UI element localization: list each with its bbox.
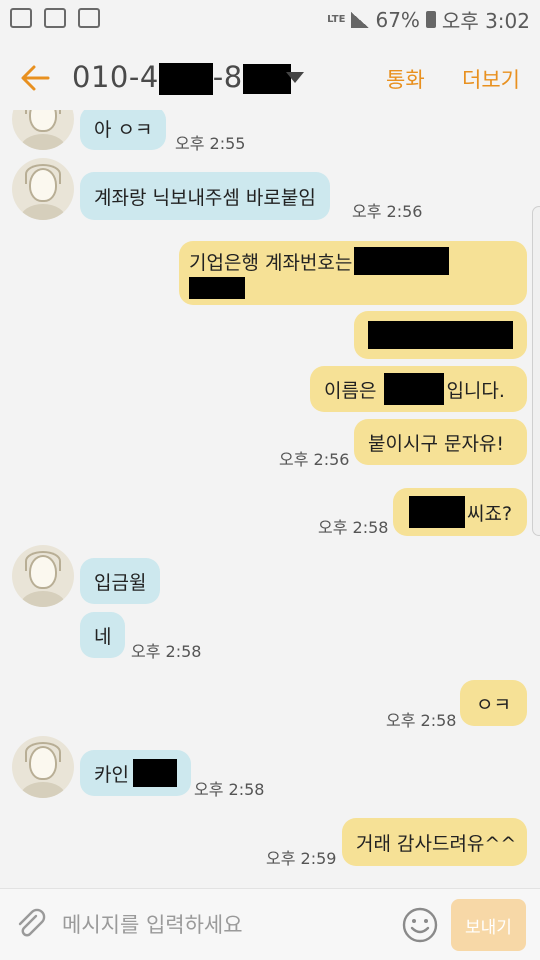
avatar[interactable] [12, 736, 74, 798]
message-input-bar: 보내기 [0, 888, 540, 960]
message-text: 아 ㅇㅋ [94, 118, 153, 141]
battery-percent: 67% [375, 7, 420, 32]
title-prefix: 010-4 [72, 60, 159, 94]
send-button[interactable]: 보내기 [451, 899, 526, 951]
message-text: ㅇㅋ [476, 693, 511, 716]
message-bubble-outgoing[interactable]: 거래 감사드려유^^ [342, 818, 527, 866]
signal-icon [351, 11, 370, 28]
message-text: 입금윌 [94, 571, 147, 594]
contact-title[interactable]: 010-4 -8 [72, 60, 291, 95]
message-text: 네 [94, 625, 112, 648]
call-button[interactable]: 통화 [386, 64, 425, 94]
scroll-indicator[interactable] [532, 206, 540, 536]
back-arrow-icon[interactable] [18, 60, 54, 96]
message-text: 입니다. [446, 379, 505, 402]
redacted-block [384, 373, 445, 405]
message-bubble-outgoing[interactable]: 기업은행 계좌번호는 [179, 241, 527, 305]
message-text: 거래 감사드려유^^ [356, 832, 517, 855]
chevron-down-icon[interactable] [286, 72, 304, 83]
message-bubble-outgoing[interactable]: ㅇㅋ [460, 680, 527, 726]
title-mid: -8 [212, 60, 243, 94]
message-bubble-outgoing[interactable]: 붙이시구 문자유! [354, 419, 527, 465]
message-text: 씨죠? [467, 502, 513, 525]
redacted-block [242, 64, 291, 94]
network-type: LTE [327, 13, 346, 25]
message-time: 오후 2:59 [266, 849, 337, 868]
more-button[interactable]: 더보기 [462, 64, 520, 94]
message-time: 오후 2:58 [318, 518, 389, 537]
clock: 오후 3:02 [441, 9, 530, 33]
system-indicators: LTE 67% 오후 3:02 [327, 5, 530, 34]
app-notification-icon [10, 8, 32, 28]
chat-header: 010-4 -8 통화 더보기 [0, 38, 540, 120]
redacted-block [158, 63, 213, 95]
message-input[interactable] [62, 905, 382, 945]
message-time: 오후 2:58 [131, 642, 202, 661]
message-time: 오후 2:56 [279, 450, 350, 469]
message-time: 오후 2:58 [386, 711, 457, 730]
message-time: 오후 2:55 [175, 134, 246, 153]
message-bubble-incoming[interactable]: 입금윌 [80, 558, 161, 604]
message-bubble-incoming[interactable]: 네 [80, 612, 126, 658]
message-bubble-outgoing[interactable]: 씨죠? [393, 488, 527, 536]
message-time: 오후 2:56 [352, 202, 423, 221]
status-bar: LTE 67% 오후 3:02 [0, 0, 540, 38]
chat-thread[interactable]: 아 ㅇㅋ 오후 2:55 계좌랑 닉보내주셈 바로붙임 오후 2:56 기업은행… [0, 110, 540, 888]
redacted-block [409, 496, 465, 528]
message-text: 계좌랑 닉보내주셈 바로붙임 [94, 186, 316, 209]
redacted-block [368, 321, 513, 349]
message-text: 카인 [94, 763, 129, 786]
avatar[interactable] [12, 545, 74, 607]
attach-paperclip-icon[interactable] [14, 907, 48, 941]
message-text: 붙이시구 문자유! [368, 432, 505, 455]
redacted-block [132, 759, 177, 787]
message-bubble-outgoing[interactable] [354, 311, 527, 359]
redacted-block [189, 277, 245, 299]
message-bubble-incoming[interactable]: 아 ㅇㅋ [80, 110, 167, 150]
notification-icons [10, 8, 100, 28]
message-time: 오후 2:58 [194, 780, 265, 799]
message-text: 이름은 [324, 379, 377, 402]
mail-icon [78, 8, 100, 28]
message-bubble-outgoing[interactable]: 이름은 입니다. [310, 366, 527, 412]
emoji-icon[interactable] [401, 906, 439, 944]
message-bubble-incoming[interactable]: 계좌랑 닉보내주셈 바로붙임 [80, 172, 330, 220]
gallery-icon [44, 8, 66, 28]
message-text: 기업은행 계좌번호는 [189, 251, 353, 274]
battery-icon [425, 11, 436, 28]
avatar[interactable] [12, 158, 74, 220]
redacted-block [354, 247, 450, 275]
message-bubble-incoming[interactable]: 카인 [80, 750, 191, 796]
avatar[interactable] [12, 110, 74, 150]
